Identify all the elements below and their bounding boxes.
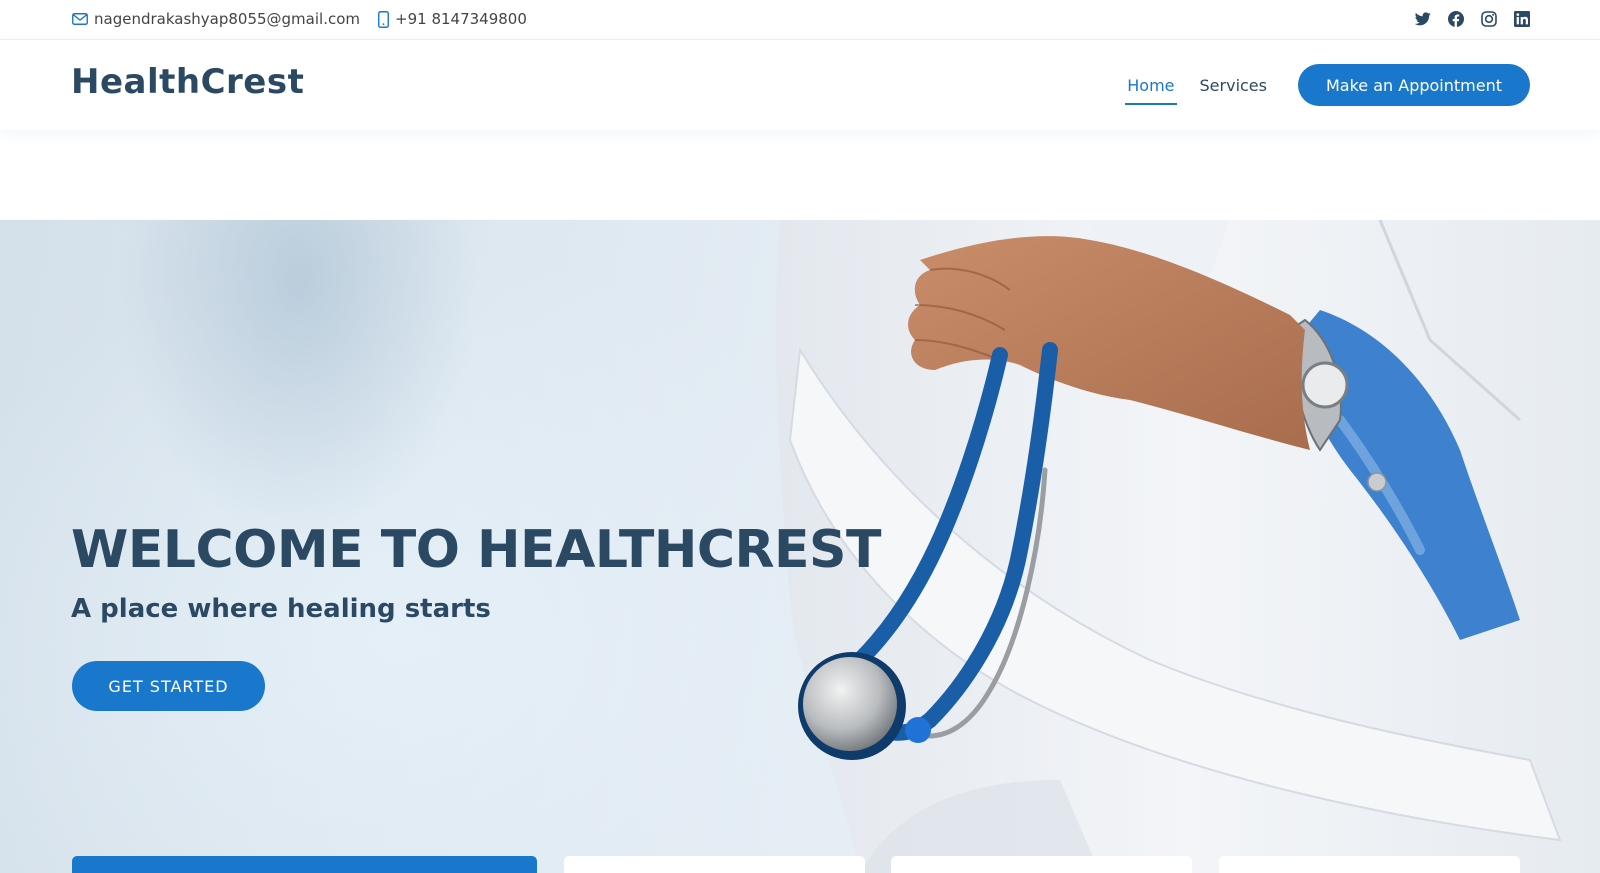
site-header: HealthCrest Home Services Make an Appoin… <box>0 40 1600 130</box>
nav-home[interactable]: Home <box>1125 68 1177 105</box>
phone-contact[interactable]: +91 8147349800 <box>378 10 527 28</box>
instagram-icon[interactable] <box>1480 11 1497 28</box>
hero-subtitle: A place where healing starts <box>71 594 491 624</box>
email-contact[interactable]: nagendrakashyap8055@gmail.com <box>72 10 360 28</box>
social-links <box>1414 0 1530 38</box>
feature-card <box>891 856 1192 873</box>
linkedin-icon[interactable] <box>1513 11 1530 28</box>
facebook-icon[interactable] <box>1447 11 1464 28</box>
topbar: nagendrakashyap8055@gmail.com +91 814734… <box>0 0 1600 40</box>
logo[interactable]: HealthCrest <box>71 62 304 102</box>
feature-card <box>1219 856 1520 873</box>
phone-text: +91 8147349800 <box>395 10 527 28</box>
contact-info: nagendrakashyap8055@gmail.com +91 814734… <box>72 0 527 38</box>
phone-icon <box>378 10 389 28</box>
nav-services[interactable]: Services <box>1200 68 1267 103</box>
email-text: nagendrakashyap8055@gmail.com <box>94 10 361 28</box>
twitter-icon[interactable] <box>1414 11 1431 28</box>
appointment-button[interactable]: Make an Appointment <box>1297 64 1530 106</box>
envelope-icon <box>72 13 88 25</box>
feature-card <box>564 856 865 873</box>
main-nav: Home Services Make an Appointment <box>1102 64 1530 106</box>
get-started-button[interactable]: GET STARTED <box>72 661 265 711</box>
feature-card-primary <box>72 856 537 873</box>
hero-section: WELCOME TO HEALTHCREST A place where hea… <box>0 220 1600 873</box>
hero-title: WELCOME TO HEALTHCREST <box>71 520 881 580</box>
